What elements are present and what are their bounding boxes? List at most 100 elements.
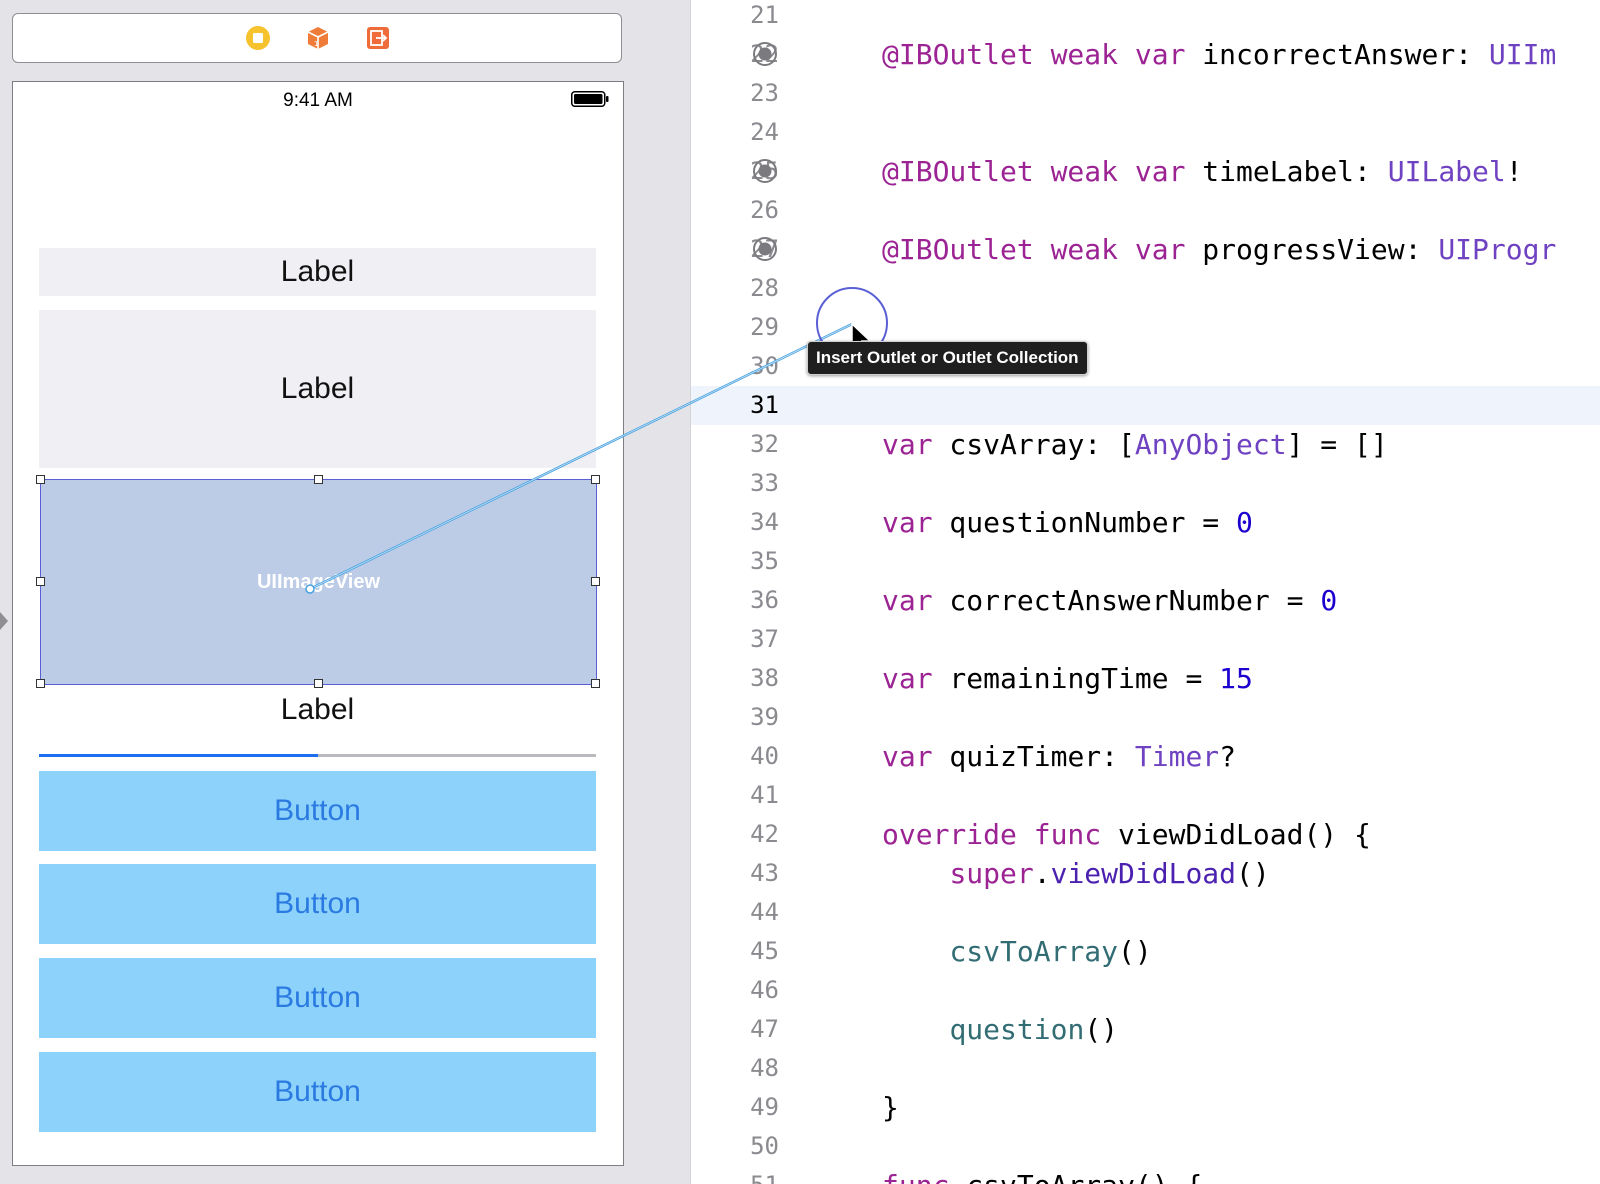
code-line[interactable]: 42 override func viewDidLoad() { xyxy=(691,815,1600,854)
code-line[interactable]: 23 xyxy=(691,74,1600,113)
code-token: override xyxy=(882,818,1017,851)
svg-text:1: 1 xyxy=(314,40,318,48)
code-text: var csvArray: [AnyObject] = [] xyxy=(882,425,1388,464)
question-number-label[interactable]: Label xyxy=(39,248,596,296)
image-view[interactable]: UIImageView xyxy=(36,475,600,688)
code-line[interactable]: 39 xyxy=(691,698,1600,737)
resize-handle[interactable] xyxy=(36,475,45,484)
code-text: @IBOutlet weak var progressView: UIProgr xyxy=(882,230,1556,269)
code-text: var correctAnswerNumber = 0 xyxy=(882,581,1337,620)
code-line[interactable]: 47 question() xyxy=(691,1010,1600,1049)
code-token: viewDidLoad xyxy=(1050,857,1237,890)
code-line[interactable]: 51 func csvToArray() { xyxy=(691,1166,1600,1184)
code-token: var xyxy=(1134,38,1186,71)
code-token: () xyxy=(1236,857,1270,890)
question-label[interactable]: Label xyxy=(39,310,596,468)
code-token: @IBOutlet xyxy=(882,38,1034,71)
code-line[interactable]: 36 var correctAnswerNumber = 0 xyxy=(691,581,1600,620)
exit-icon[interactable] xyxy=(365,25,391,51)
view-controller-icon[interactable] xyxy=(245,25,271,51)
insert-outlet-tooltip: Insert Outlet or Outlet Collection xyxy=(807,341,1088,375)
code-token: Timer xyxy=(1134,740,1220,773)
code-token: weak xyxy=(1050,155,1119,188)
code-token: questionNumber = xyxy=(932,506,1237,539)
code-editor[interactable]: 21 22@IBOutlet weak var incorrectAnswer: … xyxy=(691,0,1600,1184)
resize-handle[interactable] xyxy=(36,577,45,586)
code-token: csvToArray() { xyxy=(949,1169,1202,1184)
code-line[interactable]: 49} xyxy=(691,1088,1600,1127)
time-label[interactable]: Label xyxy=(39,686,596,734)
code-line[interactable]: 40 var quizTimer: Timer? xyxy=(691,737,1600,776)
code-line[interactable]: 33 xyxy=(691,464,1600,503)
progress-view[interactable] xyxy=(39,754,596,757)
code-token: progressView: xyxy=(1185,233,1439,266)
code-text: var quizTimer: Timer? xyxy=(882,737,1236,776)
line-number: 37 xyxy=(750,625,779,653)
resize-handle[interactable] xyxy=(591,577,600,586)
answer-button-3[interactable]: Button xyxy=(39,958,596,1038)
code-line[interactable]: 26 xyxy=(691,191,1600,230)
line-number: 39 xyxy=(750,703,779,731)
resize-handle[interactable] xyxy=(313,475,323,484)
code-text: super.viewDidLoad() xyxy=(882,854,1270,893)
code-line[interactable]: 46 xyxy=(691,971,1600,1010)
code-text: csvToArray() xyxy=(882,932,1151,971)
code-line[interactable]: 34 var questionNumber = 0 xyxy=(691,503,1600,542)
code-line[interactable]: 21 xyxy=(691,0,1600,35)
code-line[interactable]: 31 xyxy=(691,386,1600,425)
code-line[interactable]: 43 super.viewDidLoad() xyxy=(691,854,1600,893)
line-number: 43 xyxy=(750,859,779,887)
code-line[interactable]: 28 xyxy=(691,269,1600,308)
code-token: var xyxy=(1134,233,1186,266)
line-number: 51 xyxy=(691,1166,779,1184)
outlet-connected-icon[interactable] xyxy=(752,236,778,262)
line-number: 50 xyxy=(750,1132,779,1160)
outlet-connected-icon[interactable] xyxy=(752,41,778,67)
code-line[interactable]: 37 xyxy=(691,620,1600,659)
line-number: 30 xyxy=(750,352,779,380)
code-token: csvToArray xyxy=(949,935,1119,968)
code-line[interactable]: 22@IBOutlet weak var incorrectAnswer: UI… xyxy=(691,35,1600,74)
scene-entry-arrow-icon xyxy=(0,612,8,630)
answer-button-2[interactable]: Button xyxy=(39,864,596,944)
outlet-connected-icon[interactable] xyxy=(752,158,778,184)
code-token: weak xyxy=(1050,38,1119,71)
code-line[interactable]: 35 xyxy=(691,542,1600,581)
line-number: 38 xyxy=(750,664,779,692)
line-number: 45 xyxy=(750,937,779,965)
code-line[interactable]: 48 xyxy=(691,1049,1600,1088)
code-line[interactable]: 25@IBOutlet weak var timeLabel: UILabel! xyxy=(691,152,1600,191)
line-number: 35 xyxy=(750,547,779,575)
code-text: @IBOutlet weak var timeLabel: UILabel! xyxy=(882,152,1523,191)
code-token: AnyObject xyxy=(1134,428,1287,461)
line-number: 28 xyxy=(750,274,779,302)
code-line[interactable]: 27@IBOutlet weak var progressView: UIPro… xyxy=(691,230,1600,269)
line-number: 26 xyxy=(750,196,779,224)
code-line[interactable]: 38 var remainingTime = 15 xyxy=(691,659,1600,698)
code-token: () xyxy=(1084,1013,1119,1046)
code-line[interactable]: 41 xyxy=(691,776,1600,815)
code-line[interactable]: 50 xyxy=(691,1127,1600,1166)
code-token: ? xyxy=(1219,740,1237,773)
code-token: var xyxy=(882,662,933,695)
code-token: question xyxy=(949,1013,1085,1046)
storyboard-canvas[interactable]: 1 9:41 AM Label Label UIImageView Label … xyxy=(0,0,690,1184)
line-number: 24 xyxy=(750,118,779,146)
code-line[interactable]: 32 var csvArray: [AnyObject] = [] xyxy=(691,425,1600,464)
resize-handle[interactable] xyxy=(591,475,600,484)
answer-button-1[interactable]: Button xyxy=(39,771,596,851)
line-number: 44 xyxy=(750,898,779,926)
line-number: 46 xyxy=(750,976,779,1004)
code-line[interactable]: 44 xyxy=(691,893,1600,932)
answer-button-4[interactable]: Button xyxy=(39,1052,596,1132)
code-line[interactable]: 24 xyxy=(691,113,1600,152)
code-line[interactable]: 45 csvToArray() xyxy=(691,932,1600,971)
code-token: 15 xyxy=(1219,662,1253,695)
code-token: UIProgr xyxy=(1438,233,1557,266)
first-responder-icon[interactable]: 1 xyxy=(305,25,331,51)
